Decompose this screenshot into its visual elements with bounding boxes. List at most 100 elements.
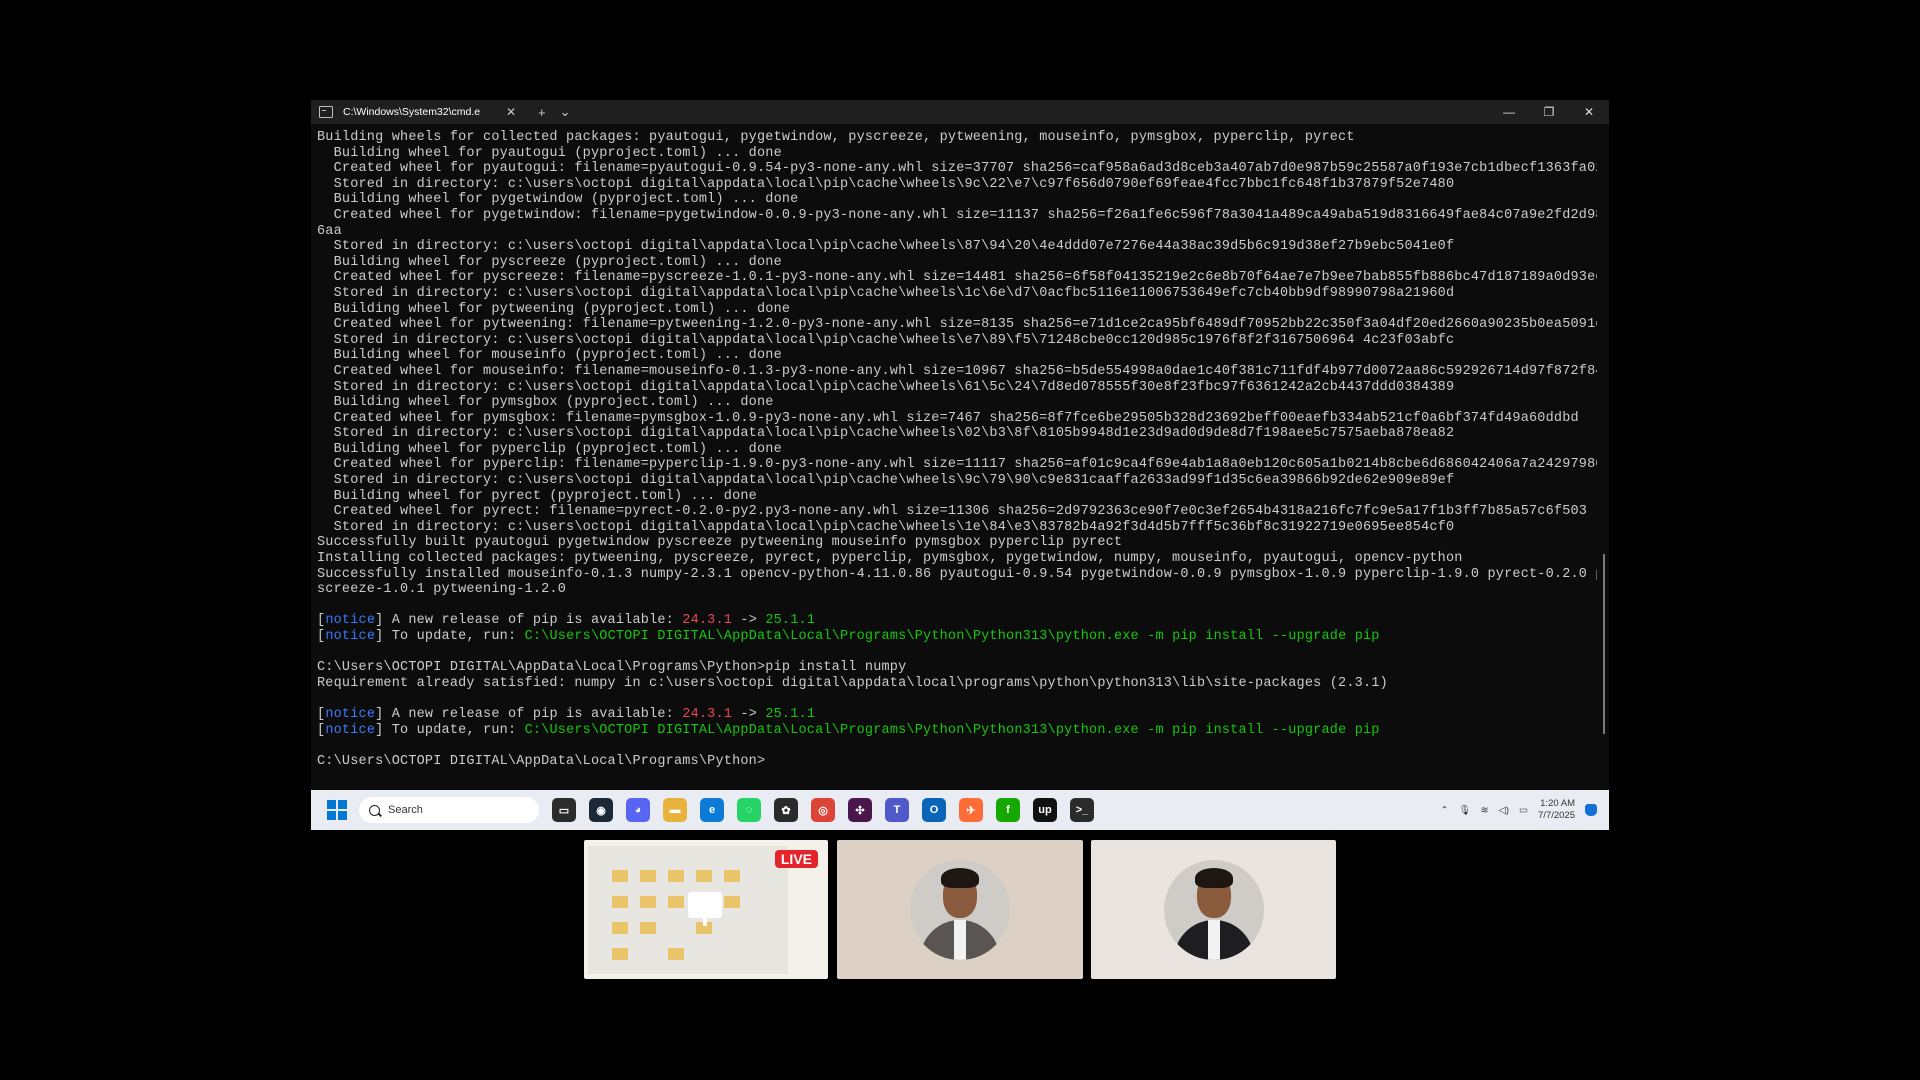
console-text: Created wheel for pymsgbox: filename=pym… xyxy=(317,410,1579,426)
steam-icon[interactable]: ◉ xyxy=(589,798,613,822)
console-line: [notice] A new release of pip is availab… xyxy=(317,613,1597,629)
console-line: Successfully installed mouseinfo-0.1.3 n… xyxy=(317,567,1597,583)
volume-icon[interactable]: ◁) xyxy=(1499,805,1509,816)
terminal-icon[interactable]: >_ xyxy=(1070,798,1094,822)
upwork-icon[interactable]: up xyxy=(1033,798,1057,822)
terminal-icon xyxy=(319,106,333,118)
console-line: Created wheel for pyrect: filename=pyrec… xyxy=(317,504,1597,520)
clock[interactable]: 1:20 AM 7/7/2025 xyxy=(1538,798,1575,822)
console-line: Stored in directory: c:\users\octopi dig… xyxy=(317,520,1597,536)
console-line: Created wheel for mouseinfo: filename=mo… xyxy=(317,364,1597,380)
console-line: Building wheel for pyperclip (pyproject.… xyxy=(317,442,1597,458)
taskbar-apps: ▭ ◉ ◕ ▬ e ◌ ✿ ◎ ✣ T O ✈ f up >_ xyxy=(539,798,1094,822)
console-text: Stored in directory: c:\users\octopi dig… xyxy=(317,332,1455,348)
console-text: Building wheel for pyperclip (pyproject.… xyxy=(317,441,782,457)
maximize-button[interactable]: ❐ xyxy=(1529,105,1569,119)
search-placeholder: Search xyxy=(388,804,423,816)
window-controls: — ❐ ✕ xyxy=(1489,105,1609,119)
console-text: ] To update, run: xyxy=(375,629,525,644)
console-text: Created wheel for pyautogui: filename=py… xyxy=(317,161,1597,177)
console-text: C:\Users\OCTOPI DIGITAL\AppData\Local\Pr… xyxy=(524,722,1380,738)
file-explorer-icon[interactable]: ▭ xyxy=(552,798,576,822)
close-tab-icon[interactable]: ✕ xyxy=(506,105,516,119)
console-text: Building wheels for collected packages: … xyxy=(317,130,1355,145)
scrollbar[interactable] xyxy=(1603,554,1605,734)
console-text: ] A new release of pip is available: xyxy=(375,613,683,629)
console-text: Created wheel for pyperclip: filename=py… xyxy=(317,457,1597,473)
wifi-icon[interactable]: ≋ xyxy=(1481,805,1489,816)
tab-title: C:\Windows\System32\cmd.e xyxy=(343,106,481,118)
console-text: Stored in directory: c:\users\octopi dig… xyxy=(317,285,1455,301)
console-line: Installing collected packages: pytweenin… xyxy=(317,551,1597,567)
console-text: Created wheel for mouseinfo: filename=mo… xyxy=(317,363,1597,379)
console-text: 25.1.1 xyxy=(765,706,816,722)
chevron-down-icon[interactable]: ⌄ xyxy=(560,104,571,120)
screen-share-tile[interactable]: LIVE xyxy=(584,840,828,979)
console-line: Stored in directory: c:\users\octopi dig… xyxy=(317,286,1597,302)
console-text: C:\Users\OCTOPI DIGITAL\AppData\Local\Pr… xyxy=(317,753,766,769)
close-button[interactable]: ✕ xyxy=(1569,105,1609,119)
minimize-button[interactable]: — xyxy=(1489,105,1529,119)
console-line: Building wheel for pymsgbox (pyproject.t… xyxy=(317,395,1597,411)
console-line: Created wheel for pyautogui: filename=py… xyxy=(317,161,1597,177)
console-text: Requirement already satisfied: numpy in … xyxy=(317,675,1388,691)
upwork-green-icon[interactable]: f xyxy=(996,798,1020,822)
notification-bell-icon[interactable] xyxy=(1585,804,1597,816)
console-line: Building wheel for pytweening (pyproject… xyxy=(317,302,1597,318)
edge-icon[interactable]: e xyxy=(700,798,724,822)
taskbar: Search ▭ ◉ ◕ ▬ e ◌ ✿ ◎ ✣ T O ✈ f up >_ ⌃ 🎙 ≋ ◁) ▭ 1:20… xyxy=(311,790,1609,830)
console-text: Successfully installed mouseinfo-0.1.3 n… xyxy=(317,566,1597,582)
outlook-icon[interactable]: O xyxy=(922,798,946,822)
microphone-icon[interactable]: 🎙 xyxy=(1459,805,1471,816)
console-text: Stored in directory: c:\users\octopi dig… xyxy=(317,379,1455,395)
chevron-up-icon[interactable]: ⌃ xyxy=(1441,805,1449,816)
windows-start-icon[interactable] xyxy=(327,800,347,820)
new-tab-button[interactable]: + xyxy=(538,105,546,120)
avatar xyxy=(1163,860,1264,960)
console-text: Created wheel for pygetwindow: filename=… xyxy=(317,207,1597,223)
battery-icon[interactable]: ▭ xyxy=(1519,805,1528,816)
console-line: Stored in directory: c:\users\octopi dig… xyxy=(317,380,1597,396)
console-text: Stored in directory: c:\users\octopi dig… xyxy=(317,519,1455,535)
console-line: Building wheel for mouseinfo (pyproject.… xyxy=(317,348,1597,364)
terminal-titlebar: C:\Windows\System32\cmd.e ✕ + ⌄ — ❐ ✕ xyxy=(311,100,1609,124)
whatsapp-icon[interactable]: ◌ xyxy=(737,798,761,822)
console-text: C:\Users\OCTOPI DIGITAL\AppData\Local\Pr… xyxy=(524,629,1380,644)
console-line: [notice] To update, run: C:\Users\OCTOPI… xyxy=(317,629,1597,645)
folder-icon[interactable]: ▬ xyxy=(663,798,687,822)
search-input[interactable]: Search xyxy=(359,797,539,823)
console-line: Stored in directory: c:\users\octopi dig… xyxy=(317,333,1597,349)
console-text: Stored in directory: c:\users\octopi dig… xyxy=(317,426,1455,442)
chrome-icon[interactable]: ◎ xyxy=(811,798,835,822)
clock-time: 1:20 AM xyxy=(1540,798,1575,809)
slack-icon[interactable]: ✣ xyxy=(848,798,872,822)
console-text: Building wheel for pyautogui (pyproject.… xyxy=(317,145,782,161)
discord-icon[interactable]: ◕ xyxy=(626,798,650,822)
participant-tile-2[interactable] xyxy=(1091,840,1336,979)
console-line: Stored in directory: c:\users\octopi dig… xyxy=(317,177,1597,193)
console-line: Successfully built pyautogui pygetwindow… xyxy=(317,535,1597,551)
postman-icon[interactable]: ✈ xyxy=(959,798,983,822)
console-text: ] To update, run: xyxy=(375,722,525,738)
teams-icon[interactable]: T xyxy=(885,798,909,822)
console-text: notice xyxy=(325,613,376,629)
console-line: Building wheels for collected packages: … xyxy=(317,130,1597,146)
console-line: [notice] A new release of pip is availab… xyxy=(317,707,1597,723)
shared-screen: C:\Windows\System32\cmd.e ✕ + ⌄ — ❐ ✕ Bu… xyxy=(311,100,1609,830)
console-text: Stored in directory: c:\users\octopi dig… xyxy=(317,239,1455,255)
console-text: Building wheel for pygetwindow (pyprojec… xyxy=(317,192,799,208)
console-output[interactable]: Building wheels for collected packages: … xyxy=(317,130,1597,790)
console-text: Stored in directory: c:\users\octopi dig… xyxy=(317,176,1455,192)
live-badge: LIVE xyxy=(774,850,818,868)
tab-cmd[interactable]: C:\Windows\System32\cmd.e ✕ xyxy=(319,100,524,124)
console-text: Created wheel for pytweening: filename=p… xyxy=(317,317,1597,333)
console-text: 24.3.1 xyxy=(682,613,733,629)
console-text: Building wheel for pytweening (pyproject… xyxy=(317,301,791,317)
console-text: ] A new release of pip is available: xyxy=(375,706,683,722)
participant-tile-1[interactable] xyxy=(837,840,1083,979)
console-text: Created wheel for pyscreeze: filename=py… xyxy=(317,270,1597,286)
chatgpt-icon[interactable]: ✿ xyxy=(774,798,798,822)
clock-date: 7/7/2025 xyxy=(1538,810,1575,821)
console-text: 25.1.1 xyxy=(765,613,816,629)
